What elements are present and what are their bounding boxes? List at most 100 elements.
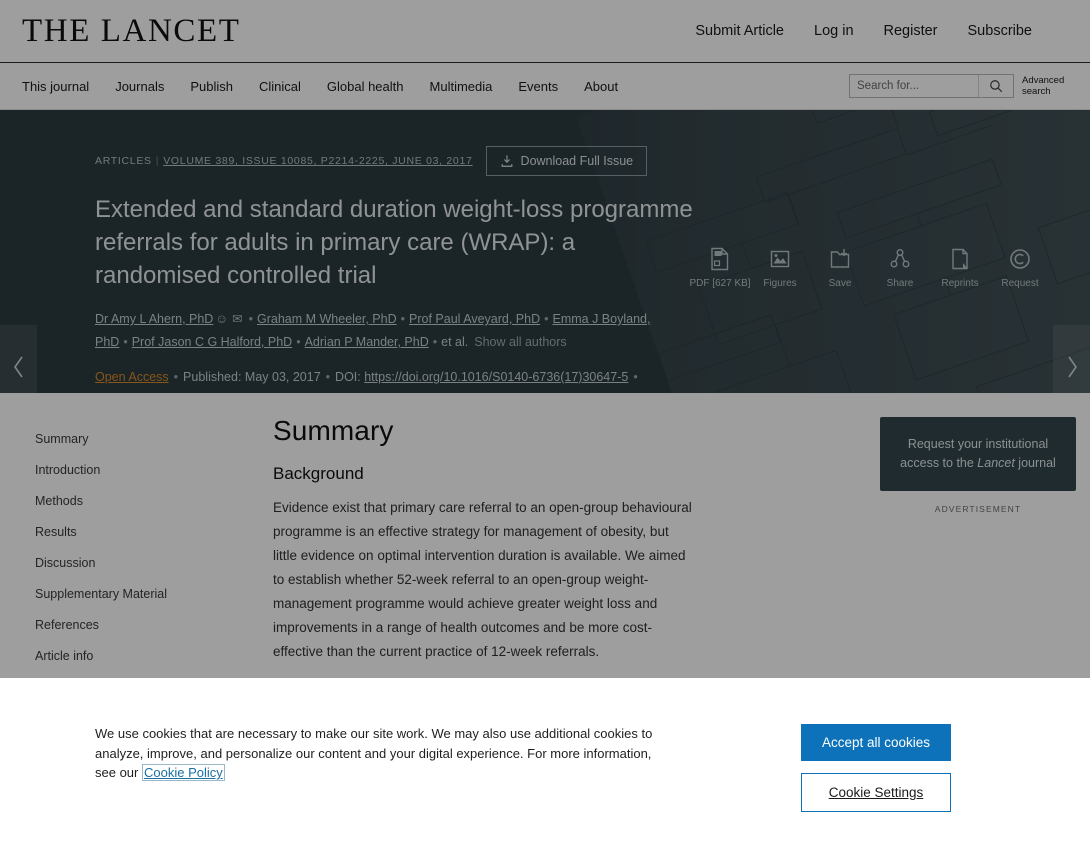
author-separator: • xyxy=(248,312,253,326)
nav-item-multimedia[interactable]: Multimedia xyxy=(430,79,493,94)
tool-reprints[interactable]: Reprints xyxy=(930,247,990,289)
author-separator: • xyxy=(123,335,128,349)
previous-article-button[interactable] xyxy=(0,325,37,393)
toc-item-references[interactable]: References xyxy=(35,609,240,640)
pdf-icon xyxy=(711,247,729,271)
advertisement-area: Request your institutional access to the… xyxy=(880,415,1090,673)
ad-line-1: Request your institutional xyxy=(907,437,1049,451)
link-register[interactable]: Register xyxy=(884,23,938,39)
save-icon xyxy=(830,249,850,268)
link-submit-article[interactable]: Submit Article xyxy=(695,23,784,39)
author-profile-icon[interactable]: ☺ xyxy=(215,312,228,326)
open-access-link[interactable]: Open Access xyxy=(95,370,169,384)
masthead-links: Submit Article Log in Register Subscribe xyxy=(695,23,1068,39)
published-label: Published: xyxy=(183,370,242,384)
ad-line-2: access to the Lancet journal xyxy=(896,454,1060,473)
meta-separator: | xyxy=(155,155,160,167)
tool-save-label: Save xyxy=(828,278,852,289)
tool-share[interactable]: Share xyxy=(870,247,930,289)
tool-request-label: Request xyxy=(1001,278,1039,289)
nav-item-this-journal[interactable]: This journal xyxy=(22,79,89,94)
cookie-actions: Accept all cookies Cookie Settings xyxy=(801,724,951,812)
chevron-left-icon xyxy=(13,356,23,378)
author-separator: • xyxy=(432,335,438,349)
show-all-authors-link[interactable]: Show all authors xyxy=(474,335,566,349)
article-summary-section: Summary Background Evidence exist that p… xyxy=(273,415,693,705)
chevron-right-icon xyxy=(1067,356,1077,378)
search-input[interactable] xyxy=(850,75,978,97)
toc-item-article-info[interactable]: Article info xyxy=(35,640,240,671)
cookie-policy-link[interactable]: Cookie Policy xyxy=(141,764,225,781)
background-paragraph: Evidence exist that primary care referra… xyxy=(273,500,692,659)
article-title: Extended and standard duration weight-lo… xyxy=(95,196,693,289)
page-root: THE LANCET Submit Article Log in Registe… xyxy=(0,0,1090,841)
download-full-issue-label: Download Full Issue xyxy=(520,154,634,168)
link-log-in[interactable]: Log in xyxy=(814,23,854,39)
pub-separator: • xyxy=(325,370,331,384)
toc-item-results[interactable]: Results xyxy=(35,516,240,547)
toc-item-discussion[interactable]: Discussion xyxy=(35,547,240,578)
nav-item-publish[interactable]: Publish xyxy=(190,79,233,94)
author-et-al: et al. xyxy=(441,335,469,349)
tool-pdf[interactable]: PDF [627 KB] xyxy=(689,247,751,289)
table-of-contents: Summary Introduction Methods Results Dis… xyxy=(0,415,240,673)
toc-item-methods[interactable]: Methods xyxy=(35,485,240,516)
advanced-search-link[interactable]: Advanced search xyxy=(1022,75,1068,97)
article-tools: PDF [627 KB] Figures Save Share Reprints… xyxy=(689,247,1050,289)
summary-heading: Summary xyxy=(273,415,394,446)
publication-line: Open Access • Published: May 03, 2017 • DOI:… xyxy=(95,370,1090,384)
cookie-settings-button[interactable]: Cookie Settings xyxy=(801,773,951,812)
tool-share-label: Share xyxy=(886,278,914,289)
site-logo[interactable]: THE LANCET xyxy=(22,13,241,50)
author-link-0[interactable]: Dr Amy L Ahern, PhD xyxy=(95,312,213,326)
author-separator: • xyxy=(400,312,406,326)
doi-link[interactable]: https://doi.org/10.1016/S0140-6736(17)30… xyxy=(364,370,628,384)
article-meta-row: ARTICLES | VOLUME 389, ISSUE 10085, P2214-… xyxy=(95,146,1090,176)
toc-item-summary[interactable]: Summary xyxy=(35,423,240,454)
institutional-access-ad[interactable]: Request your institutional access to the… xyxy=(880,417,1076,491)
tool-figures-label: Figures xyxy=(763,278,797,289)
ad-line-2-post: journal xyxy=(1014,456,1056,470)
author-email-icon[interactable]: ✉ xyxy=(232,312,242,326)
article-type: ARTICLES xyxy=(95,155,152,167)
tool-figures[interactable]: Figures xyxy=(750,247,810,289)
download-full-issue-button[interactable]: Download Full Issue xyxy=(485,146,648,176)
author-list: Dr Amy L Ahern, PhD ☺ ✉ • Graham M Wheeler, … xyxy=(95,308,675,354)
nav-item-about[interactable]: About xyxy=(584,79,618,94)
author-link-2[interactable]: Prof Paul Aveyard, PhD xyxy=(409,312,540,326)
author-link-4[interactable]: Prof Jason C G Halford, PhD xyxy=(132,335,292,349)
background-heading: Background xyxy=(273,464,364,483)
nav-items: This journal Journals Publish Clinical G… xyxy=(22,79,618,94)
nav-item-clinical[interactable]: Clinical xyxy=(259,79,301,94)
author-link-1[interactable]: Graham M Wheeler, PhD xyxy=(257,312,397,326)
tool-request[interactable]: Request xyxy=(990,247,1050,289)
search-box xyxy=(849,74,1014,98)
ad-journal-name: Lancet xyxy=(977,456,1015,470)
figures-icon xyxy=(770,250,790,268)
link-subscribe[interactable]: Subscribe xyxy=(968,23,1032,39)
search-submit-button[interactable] xyxy=(978,75,1013,97)
share-icon xyxy=(890,249,910,268)
pub-separator: • xyxy=(173,370,179,384)
cookie-consent-text: We use cookies that are necessary to mak… xyxy=(95,724,665,783)
article-hero: ARTICLES | VOLUME 389, ISSUE 10085, P2214-… xyxy=(0,110,1090,393)
tool-reprints-label: Reprints xyxy=(941,278,979,289)
ad-line-2-pre: access to the xyxy=(900,456,978,470)
author-separator: • xyxy=(296,335,301,349)
article-citation-line: ARTICLES | VOLUME 389, ISSUE 10085, P2214-… xyxy=(95,155,473,167)
toc-item-supplementary-material[interactable]: Supplementary Material xyxy=(35,578,240,609)
published-date: May 03, 2017 xyxy=(244,370,321,384)
next-article-button[interactable] xyxy=(1053,325,1090,393)
accept-all-cookies-button[interactable]: Accept all cookies xyxy=(801,724,951,761)
nav-item-journals[interactable]: Journals xyxy=(115,79,164,94)
tool-save[interactable]: Save xyxy=(810,247,870,289)
toc-item-introduction[interactable]: Introduction xyxy=(35,454,240,485)
search-area: Advanced search xyxy=(849,74,1090,98)
issue-link[interactable]: VOLUME 389, ISSUE 10085, P2214-2225, JUN… xyxy=(163,155,472,167)
nav-item-global-health[interactable]: Global health xyxy=(327,79,404,94)
reprints-icon xyxy=(952,248,968,270)
author-link-5[interactable]: Adrian P Mander, PhD xyxy=(305,335,429,349)
nav-item-events[interactable]: Events xyxy=(518,79,558,94)
article-body-area: Summary Introduction Methods Results Dis… xyxy=(0,393,1090,705)
tool-pdf-label: PDF [627 KB] xyxy=(689,278,751,289)
